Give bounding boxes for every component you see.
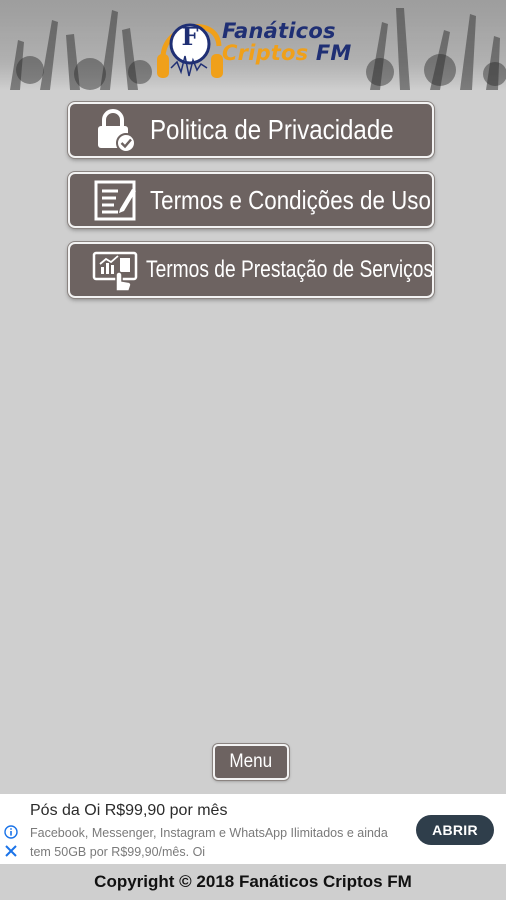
logo-criptos: Criptos <box>222 41 309 65</box>
terms-of-service-label: Termos de Prestação de Serviços <box>146 256 434 283</box>
menu-button-label: Menu <box>229 751 273 772</box>
document-edit-icon <box>94 180 136 221</box>
logo-line-1: Fanáticos <box>222 19 336 43</box>
menu-button[interactable]: Menu <box>213 744 289 780</box>
terms-of-use-button[interactable]: Termos e Condições de Uso <box>68 172 434 228</box>
logo-emblem-letter: F <box>181 22 199 51</box>
logo-line-2: Criptos FM <box>222 42 352 64</box>
logo-fm: FM <box>315 41 352 65</box>
terms-of-service-button[interactable]: Termos de Prestação de Serviços <box>68 242 434 298</box>
ad-description[interactable]: Facebook, Messenger, Instagram e WhatsAp… <box>30 824 400 862</box>
footer-copyright: Copyright © 2018 Fanáticos Criptos FM <box>94 872 412 891</box>
info-icon[interactable] <box>4 825 18 839</box>
screen-touch-icon <box>92 251 138 292</box>
close-icon[interactable] <box>4 844 18 858</box>
ad-banner[interactable]: Pós da Oi R$99,90 por mês Facebook, Mess… <box>0 794 506 864</box>
ad-title[interactable]: Pós da Oi R$99,90 por mês <box>30 802 227 820</box>
terms-of-use-label: Termos e Condições de Uso <box>150 184 431 215</box>
privacy-policy-button[interactable]: Politica de Privacidade <box>68 102 434 158</box>
header-banner: F Fanáticos Criptos FM <box>0 0 506 90</box>
ad-open-button[interactable]: ABRIR <box>416 815 494 845</box>
logo-wordmark: Fanáticos Criptos FM <box>222 20 352 64</box>
privacy-policy-label: Politica de Privacidade <box>150 114 394 145</box>
lock-check-icon <box>98 109 136 153</box>
